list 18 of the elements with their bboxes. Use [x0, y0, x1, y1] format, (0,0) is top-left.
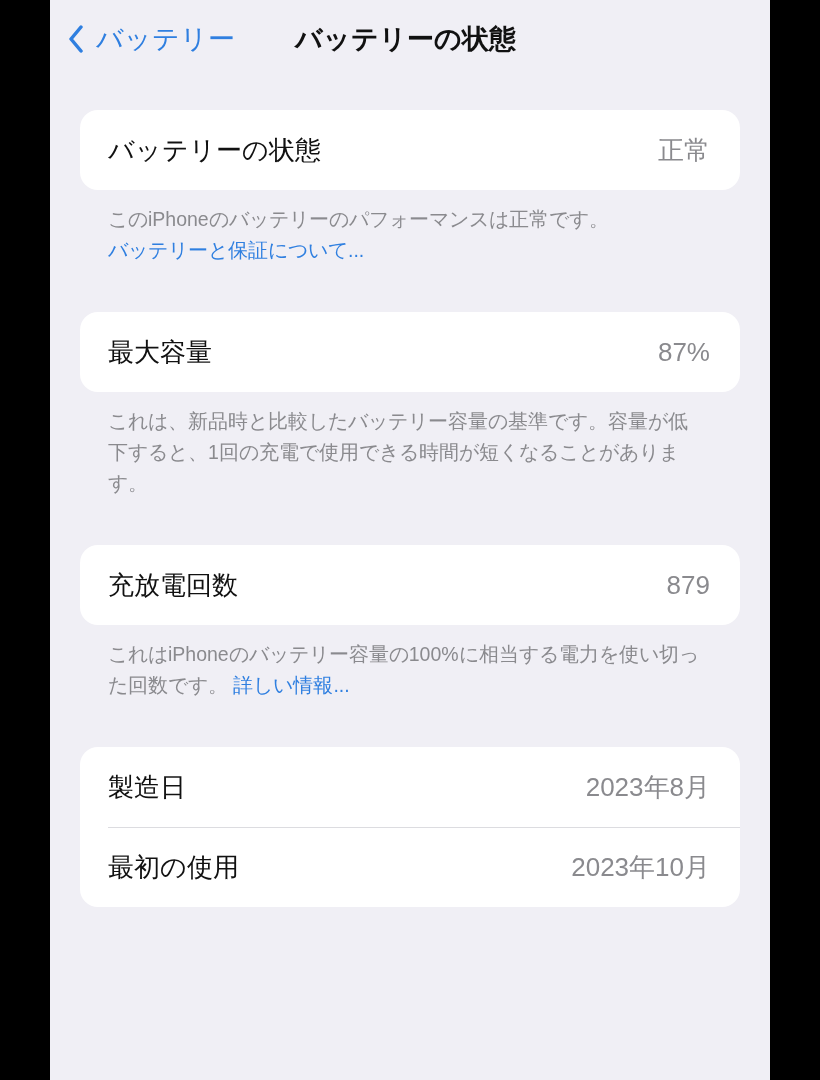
- row-value: 2023年8月: [585, 770, 710, 804]
- footnote: このiPhoneのバッテリーのパフォーマンスは正常です。 バッテリーと保証について...: [107, 207, 610, 263]
- row-value: 879: [666, 568, 710, 602]
- info-link[interactable]: 詳しい情報...: [233, 674, 350, 696]
- row-label: バッテリーの状態: [108, 133, 321, 167]
- row-label: 充放電回数: [108, 568, 238, 602]
- row-label: 製造日: [108, 770, 186, 804]
- row-value: 2023年10月: [571, 851, 710, 884]
- footnote: これは、新品時と比較したバッテリー容量の基準です。容量が低下すると、1回の充電で使用できる時間が短くなることがあります。: [107, 409, 689, 496]
- chevron-left-icon: [68, 25, 84, 53]
- info-link[interactable]: バッテリーと保証について...: [108, 239, 365, 261]
- row-value: 正常: [658, 133, 710, 167]
- back-button[interactable]: バッテリー: [68, 18, 268, 60]
- row-label: 最大容量: [108, 335, 212, 369]
- row-label: 最初の使用: [108, 851, 239, 884]
- row-value: 87%: [657, 335, 710, 369]
- page-title: バッテリーの状態: [295, 22, 516, 56]
- footnote: これはiPhoneのバッテリー容量の100%に相当する電力を使い切った回数です。 詳しい情報...: [107, 642, 700, 698]
